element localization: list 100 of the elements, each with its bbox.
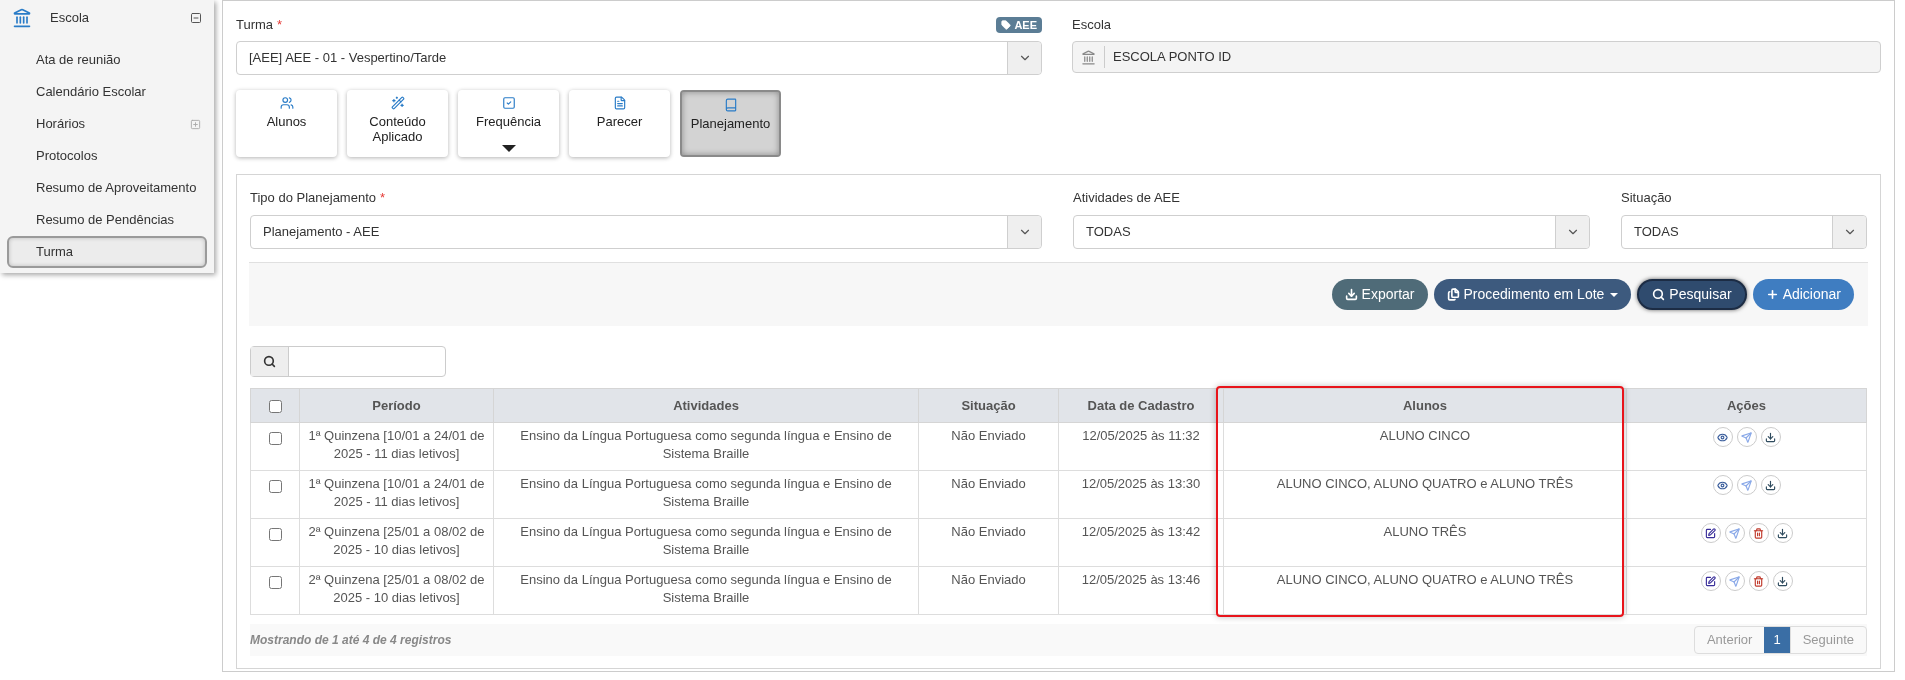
module-tab[interactable]: Frequência bbox=[458, 90, 559, 157]
select-value: Planejamento - AEE bbox=[262, 223, 381, 242]
select-value: TODAS bbox=[1085, 223, 1132, 242]
module-tab[interactable]: Alunos bbox=[236, 90, 337, 157]
search-icon bbox=[1652, 288, 1666, 301]
download-icon bbox=[1777, 527, 1788, 539]
edit-button[interactable] bbox=[1700, 523, 1721, 543]
table-cell: ALUNO CINCO bbox=[1223, 422, 1627, 471]
caret-icon bbox=[1610, 292, 1619, 297]
send-icon bbox=[1729, 527, 1740, 539]
table-cell: Não Enviado bbox=[918, 518, 1059, 567]
add-icon bbox=[1765, 288, 1779, 301]
action-button[interactable]: Exportar bbox=[1331, 279, 1428, 310]
view-icon bbox=[1717, 431, 1728, 443]
records-summary: Mostrando de 1 até 4 de 4 registros bbox=[250, 632, 452, 649]
search-field[interactable] bbox=[250, 346, 446, 377]
sidebar-item[interactable]: Horários bbox=[7, 108, 207, 140]
sidebar-item[interactable]: Resumo de Pendências bbox=[7, 204, 207, 236]
view-button[interactable] bbox=[1712, 427, 1733, 447]
table-cell: Não Enviado bbox=[918, 566, 1059, 615]
sidebar-item[interactable]: Ata de reunião bbox=[7, 44, 207, 76]
download-button[interactable] bbox=[1760, 427, 1781, 447]
column-header: Ações bbox=[1626, 388, 1867, 423]
collapse-icon[interactable] bbox=[190, 12, 202, 24]
action-button[interactable]: Pesquisar bbox=[1637, 279, 1747, 310]
trash-button[interactable] bbox=[1748, 571, 1769, 591]
table-cell: Ensino da Língua Portuguesa como segunda língua e Ensino de Sistema Braille bbox=[493, 518, 919, 567]
table-cell: Não Enviado bbox=[918, 422, 1059, 471]
edit-icon bbox=[1705, 527, 1716, 539]
filter-select[interactable]: TODAS bbox=[1621, 215, 1867, 249]
download-button[interactable] bbox=[1760, 475, 1781, 495]
trash-button[interactable] bbox=[1748, 523, 1769, 543]
table-cell: ALUNO CINCO, ALUNO QUATRO e ALUNO TRÊS bbox=[1223, 470, 1627, 519]
table-cell: 12/05/2025 às 13:46 bbox=[1058, 566, 1224, 615]
table-cell: 2ª Quinzena [25/01 a 08/02 de 2025 - 10 dias letivos] bbox=[299, 518, 494, 567]
view-icon bbox=[1717, 479, 1728, 491]
bank-icon bbox=[12, 8, 32, 28]
table-cell: 1ª Quinzena [10/01 a 24/01 de 2025 - 11 dias letivos] bbox=[299, 422, 494, 471]
select-value: TODAS bbox=[1633, 223, 1680, 242]
sidebar-title[interactable]: Escola bbox=[50, 8, 190, 28]
row-checkbox[interactable] bbox=[268, 480, 282, 493]
table-cell: Ensino da Língua Portuguesa como segunda língua e Ensino de Sistema Braille bbox=[493, 566, 919, 615]
select-all-checkbox[interactable] bbox=[268, 399, 282, 413]
action-button[interactable]: Procedimento em Lote bbox=[1433, 279, 1632, 310]
search-icon bbox=[263, 355, 276, 368]
edit-icon bbox=[1705, 575, 1716, 587]
column-header: Período bbox=[299, 388, 494, 423]
row-checkbox[interactable] bbox=[268, 432, 282, 445]
download-button[interactable] bbox=[1772, 571, 1793, 591]
download-icon bbox=[1765, 431, 1776, 443]
trash-icon bbox=[1753, 527, 1764, 539]
module-tab[interactable]: Parecer bbox=[569, 90, 670, 157]
sidebar-item[interactable]: Resumo de Aproveitamento bbox=[7, 172, 207, 204]
table-cell: 1ª Quinzena [10/01 a 24/01 de 2025 - 11 dias letivos] bbox=[299, 470, 494, 519]
tag-icon bbox=[1001, 20, 1012, 30]
filter-select[interactable]: TODAS bbox=[1073, 215, 1590, 249]
row-checkbox[interactable] bbox=[268, 576, 282, 589]
batch-icon bbox=[1446, 288, 1460, 301]
file-icon bbox=[612, 96, 627, 110]
trash-icon bbox=[1753, 575, 1764, 587]
required-mark: * bbox=[277, 16, 283, 35]
column-header: Atividades bbox=[493, 388, 919, 423]
send-icon bbox=[1741, 479, 1752, 491]
sidebar-item[interactable]: Protocolos bbox=[7, 140, 207, 172]
table-cell: 12/05/2025 às 13:42 bbox=[1058, 518, 1224, 567]
field-label: Turma bbox=[236, 16, 274, 35]
field-label: Atividades de AEE bbox=[1073, 189, 1180, 208]
users-icon bbox=[279, 96, 294, 110]
table-cell: 2ª Quinzena [25/01 a 08/02 de 2025 - 10 dias letivos] bbox=[299, 566, 494, 615]
check-icon bbox=[501, 96, 516, 110]
edit-button[interactable] bbox=[1700, 571, 1721, 591]
table-cell: Ensino da Língua Portuguesa como segunda língua e Ensino de Sistema Braille bbox=[493, 422, 919, 471]
download-icon bbox=[1777, 575, 1788, 587]
table-cell: Ensino da Língua Portuguesa como segunda língua e Ensino de Sistema Braille bbox=[493, 470, 919, 519]
field-label: Escola bbox=[1072, 16, 1112, 35]
class-select[interactable]: [AEE] AEE - 01 - Vespertino/Tarde bbox=[236, 41, 1042, 75]
column-header: Alunos bbox=[1223, 388, 1627, 423]
row-checkbox[interactable] bbox=[268, 528, 282, 541]
table-cell: Não Enviado bbox=[918, 470, 1059, 519]
field-label: Situação bbox=[1621, 189, 1672, 208]
book-icon bbox=[723, 98, 738, 112]
send-icon bbox=[1729, 575, 1740, 587]
field-label: Tipo do Planejamento bbox=[250, 189, 376, 208]
view-button[interactable] bbox=[1712, 475, 1733, 495]
required-mark: * bbox=[380, 189, 386, 208]
send-icon bbox=[1741, 431, 1752, 443]
column-header: Situação bbox=[918, 388, 1059, 423]
sidebar-item[interactable]: Calendário Escolar bbox=[7, 76, 207, 108]
module-tab[interactable]: Planejamento bbox=[680, 90, 781, 157]
wand-icon bbox=[390, 96, 405, 110]
filter-select[interactable]: Planejamento - AEE bbox=[250, 215, 1042, 249]
download-button[interactable] bbox=[1772, 523, 1793, 543]
sidebar-item[interactable]: Turma bbox=[7, 236, 207, 268]
table-cell: 12/05/2025 às 13:30 bbox=[1058, 470, 1224, 519]
action-button[interactable]: Adicionar bbox=[1752, 279, 1854, 310]
table-cell: 12/05/2025 às 11:32 bbox=[1058, 422, 1224, 471]
select-value: [AEE] AEE - 01 - Vespertino/Tarde bbox=[248, 49, 448, 68]
table-cell: ALUNO CINCO, ALUNO QUATRO e ALUNO TRÊS bbox=[1223, 566, 1627, 615]
module-tab[interactable]: Conteúdo Aplicado bbox=[347, 90, 448, 157]
page-link[interactable]: 1 bbox=[1764, 627, 1790, 653]
